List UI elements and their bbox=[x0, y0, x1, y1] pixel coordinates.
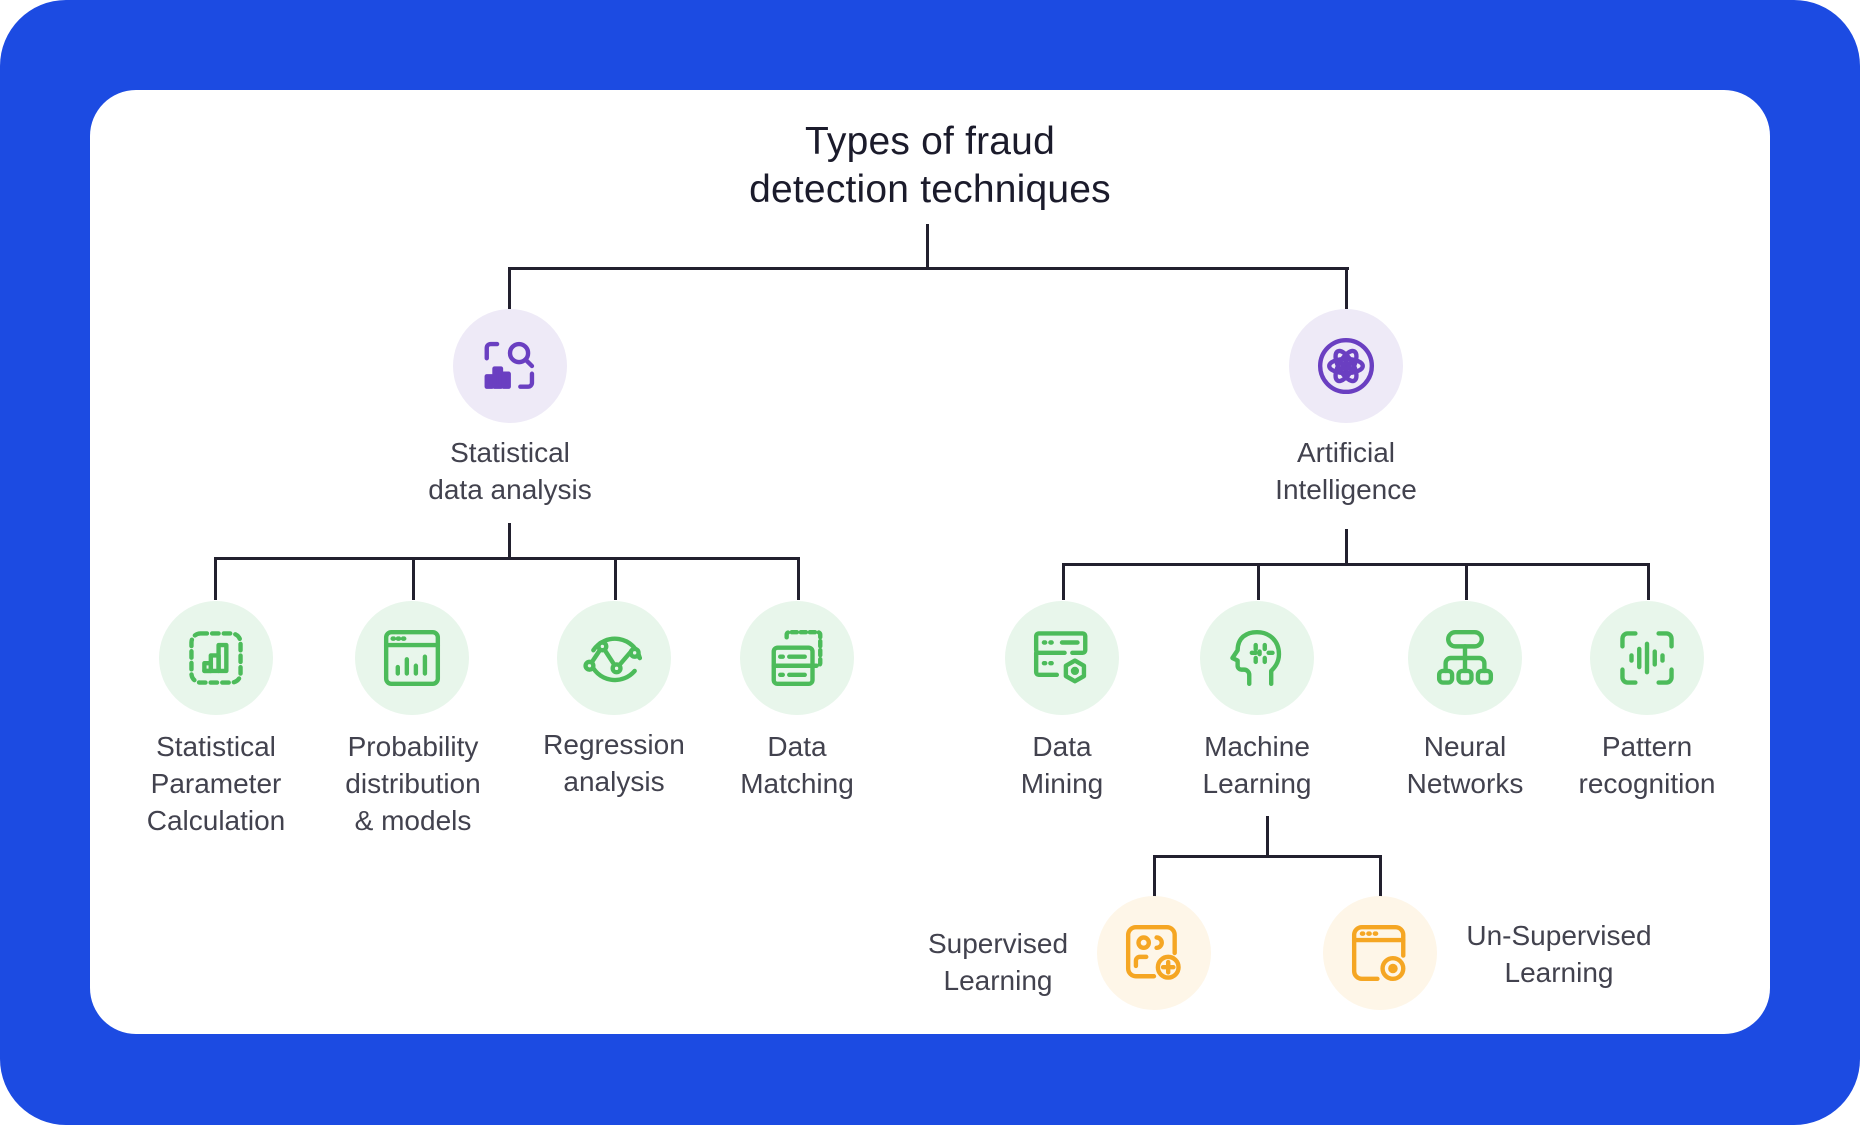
label-neural-networks: Neural Networks bbox=[1365, 728, 1565, 802]
connector-left-drop-4 bbox=[797, 557, 800, 600]
label-line: & models bbox=[354, 805, 472, 836]
atom-icon bbox=[1317, 337, 1375, 395]
node-statistical-parameter-calculation bbox=[159, 601, 273, 715]
label-line: Statistical bbox=[156, 731, 276, 762]
label-data-matching: Data Matching bbox=[697, 728, 897, 802]
voice-scan-icon bbox=[1620, 631, 1674, 685]
node-neural-networks bbox=[1408, 601, 1522, 715]
title-line-1: Types of fraud bbox=[805, 120, 1055, 163]
label-line: Networks bbox=[1406, 768, 1524, 799]
label-line: Learning bbox=[1202, 768, 1312, 799]
label-line: Data bbox=[1032, 731, 1092, 762]
connector-right-bar bbox=[1062, 563, 1650, 566]
label-pattern-recognition: Pattern recognition bbox=[1547, 728, 1747, 802]
node-probability-distribution bbox=[355, 601, 469, 715]
node-supervised-learning bbox=[1097, 896, 1211, 1010]
connector-right-stem bbox=[1345, 529, 1348, 565]
head-brain-icon bbox=[1230, 629, 1282, 687]
regression-curve-icon bbox=[583, 636, 643, 683]
label-line: analysis bbox=[563, 766, 665, 797]
connector-right-drop-2 bbox=[1257, 563, 1260, 600]
connector-ml-drop-2 bbox=[1379, 855, 1382, 898]
label-line: Learning bbox=[1504, 957, 1614, 988]
label-line: Supervised bbox=[927, 928, 1069, 959]
label-line: Parameter bbox=[150, 768, 282, 799]
database-match-icon bbox=[771, 629, 823, 687]
label-line: Learning bbox=[943, 965, 1053, 996]
connector-ml-drop-1 bbox=[1153, 855, 1156, 898]
label-data-mining: Data Mining bbox=[962, 728, 1162, 802]
connector-left-drop-3 bbox=[614, 557, 617, 600]
label-line: Pattern bbox=[1601, 731, 1693, 762]
connector-root-stem bbox=[926, 224, 929, 269]
label-artificial-intelligence: Artificial Intelligence bbox=[1226, 434, 1466, 508]
label-line: Probability bbox=[347, 731, 479, 762]
label-line: Machine bbox=[1204, 731, 1310, 762]
label-line: Intelligence bbox=[1275, 474, 1417, 505]
label-line: Regression bbox=[543, 729, 685, 760]
label-line: data analysis bbox=[428, 474, 592, 505]
label-line: Matching bbox=[740, 768, 854, 799]
browser-eye-icon bbox=[1351, 924, 1406, 982]
label-line: Statistical bbox=[450, 437, 570, 468]
label-machine-learning: Machine Learning bbox=[1157, 728, 1357, 802]
label-regression-analysis: Regression analysis bbox=[514, 726, 714, 800]
connector-ml-stem bbox=[1266, 816, 1269, 857]
node-unsupervised-learning bbox=[1323, 896, 1437, 1010]
connector-root-right-drop bbox=[1345, 267, 1348, 309]
title-line-2: detection techniques bbox=[749, 168, 1111, 211]
connector-left-bar bbox=[214, 557, 800, 560]
hierarchy-network-icon bbox=[1436, 629, 1494, 685]
label-line: Calculation bbox=[146, 805, 286, 836]
connector-left-drop-1 bbox=[214, 557, 217, 600]
label-statistical-parameter-calculation: Statistical Parameter Calculation bbox=[116, 728, 316, 839]
node-artificial-intelligence bbox=[1289, 309, 1403, 423]
label-line: Neural bbox=[1423, 731, 1507, 762]
connector-left-stem bbox=[508, 523, 511, 559]
label-unsupervised-learning: Un-Supervised Learning bbox=[1444, 917, 1674, 991]
connector-left-drop-2 bbox=[412, 557, 415, 600]
node-regression-analysis bbox=[557, 601, 671, 715]
label-line: Artificial bbox=[1296, 437, 1395, 468]
label-line: Mining bbox=[1020, 768, 1104, 799]
node-data-mining bbox=[1005, 601, 1119, 715]
label-statistical-data-analysis: Statistical data analysis bbox=[390, 434, 630, 508]
node-statistical-data-analysis bbox=[453, 309, 567, 423]
diagram-title: Types of fraud detection techniques bbox=[630, 118, 1230, 214]
browser-bar-chart-icon bbox=[383, 629, 441, 687]
server-gear-icon bbox=[1033, 631, 1088, 684]
user-card-plus-icon bbox=[1125, 924, 1181, 980]
label-line: recognition bbox=[1578, 768, 1716, 799]
connector-ml-bar bbox=[1153, 855, 1382, 858]
label-line: Un-Supervised bbox=[1466, 920, 1652, 951]
connector-right-drop-4 bbox=[1647, 563, 1650, 600]
connector-right-drop-1 bbox=[1062, 563, 1065, 600]
label-supervised-learning: Supervised Learning bbox=[898, 925, 1098, 999]
connector-root-left-drop bbox=[508, 267, 511, 309]
diagram-card bbox=[90, 90, 1770, 1034]
chart-search-icon bbox=[484, 341, 535, 389]
node-machine-learning bbox=[1200, 601, 1314, 715]
dashed-bar-chart-icon bbox=[189, 631, 243, 685]
node-data-matching bbox=[740, 601, 854, 715]
connector-root-bar bbox=[508, 267, 1349, 270]
node-pattern-recognition bbox=[1590, 601, 1704, 715]
label-line: Data bbox=[767, 731, 827, 762]
connector-right-drop-3 bbox=[1465, 563, 1468, 600]
label-line: distribution bbox=[345, 768, 481, 799]
label-probability-distribution: Probability distribution & models bbox=[313, 728, 513, 839]
